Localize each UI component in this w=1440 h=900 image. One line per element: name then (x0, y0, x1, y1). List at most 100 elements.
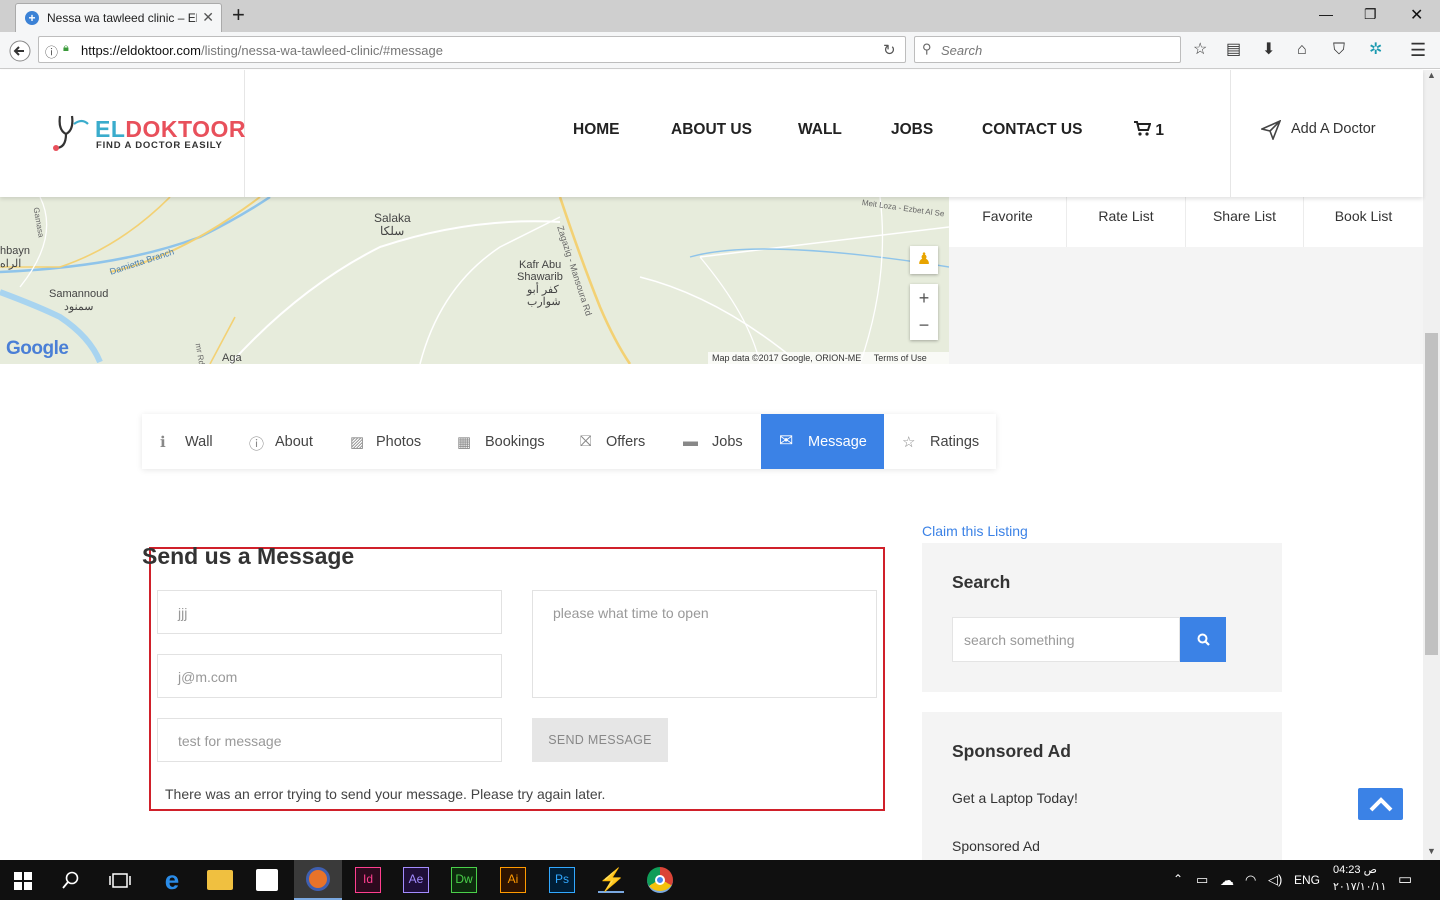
file-explorer-icon[interactable] (207, 870, 233, 890)
chrome-icon[interactable] (647, 867, 673, 893)
illustrator-icon[interactable]: Ai (500, 867, 526, 893)
edge-icon[interactable]: e (159, 867, 185, 893)
photoshop-icon[interactable]: Ps (549, 867, 575, 893)
nav-home[interactable]: HOME (573, 121, 620, 139)
sidebar-search-input[interactable]: search something (952, 617, 1180, 662)
task-view-icon[interactable] (109, 872, 131, 889)
street-view-pegman-icon[interactable]: ♟ (910, 246, 938, 274)
tab-bookings[interactable]: ▦ Bookings (437, 414, 562, 469)
envelope-icon: ✉ (779, 431, 794, 450)
cart-button[interactable]: 1 (1134, 121, 1164, 140)
book-list-button[interactable]: Book List (1304, 197, 1423, 247)
claim-listing-link[interactable]: Claim this Listing (922, 523, 1028, 539)
browser-tab[interactable]: + Nessa wa tawleed clinic – El ✕ (15, 3, 222, 32)
nav-wall[interactable]: WALL (798, 121, 842, 139)
sidebar-search-button[interactable] (1180, 617, 1226, 662)
google-map[interactable]: Salaka سلكا Kafr Abu Shawarib كفر أبو شو… (0, 197, 949, 364)
briefcase-icon: ▬ (683, 433, 698, 450)
bookmark-star-icon[interactable]: ☆ (1193, 41, 1207, 59)
store-icon[interactable] (256, 869, 278, 891)
tab-about[interactable]: ⓘ About (232, 414, 332, 469)
back-icon[interactable] (9, 40, 31, 62)
wifi-icon[interactable]: ◠ (1245, 872, 1256, 888)
zoom-in-button[interactable]: + (910, 284, 938, 312)
sponsored-item[interactable]: Get a Laptop Today! (952, 790, 1078, 806)
pocket-icon[interactable]: ⛉ (1333, 41, 1345, 59)
after-effects-icon[interactable]: Ae (403, 867, 429, 893)
add-doctor-button[interactable]: Add A Doctor (1230, 70, 1423, 197)
close-window-icon[interactable]: ✕ (1410, 5, 1423, 25)
close-tab-icon[interactable]: ✕ (202, 9, 214, 26)
tab-photos[interactable]: ▨ Photos (332, 414, 437, 469)
tab-wall[interactable]: ℹ Wall (142, 414, 232, 469)
tray-expand-icon[interactable]: ⌃ (1173, 872, 1183, 886)
nav-jobs[interactable]: JOBS (891, 121, 933, 139)
restore-icon[interactable]: ❐ (1364, 6, 1377, 23)
rate-list-button[interactable]: Rate List (1067, 197, 1186, 247)
message-section-title: Send us a Message (142, 543, 355, 569)
minimize-icon[interactable]: — (1319, 6, 1333, 22)
home-icon[interactable]: ⌂ (1297, 41, 1307, 59)
share-list-label: Share List (1212, 208, 1277, 224)
favorite-button[interactable]: Favorite (949, 197, 1067, 247)
search-icon[interactable] (62, 871, 80, 889)
clock-date[interactable]: ٢٠١٧/١٠/١١ (1333, 880, 1386, 893)
paper-plane-icon (1261, 120, 1281, 140)
listing-tabs: ℹ Wall ⓘ About ▨ Photos ▦ Bookings ⛝ Off… (142, 414, 996, 469)
battery-icon[interactable]: ▭ (1196, 872, 1208, 888)
stethoscope-icon (53, 115, 89, 151)
message-textarea[interactable]: please what time to open (532, 590, 877, 698)
reading-list-icon[interactable]: ▤ (1226, 41, 1241, 59)
dreamweaver-icon[interactable]: Dw (451, 867, 477, 893)
app-icon[interactable]: ⚡ (598, 867, 625, 893)
volume-icon[interactable]: ◁) (1268, 872, 1282, 888)
notifications-icon[interactable]: ▭ (1398, 870, 1412, 888)
clock-time[interactable]: 04:23 ص (1333, 863, 1377, 876)
site-logo[interactable]: ELDOKTOOR FIND A DOCTOR EASILY (0, 70, 246, 197)
question-icon: ⓘ (249, 436, 265, 453)
zoom-out-button[interactable]: − (910, 312, 938, 340)
add-doctor-label: Add A Doctor (1291, 121, 1376, 137)
sponsored-item[interactable]: Sponsored Ad (952, 838, 1040, 854)
tab-ratings[interactable]: ☆ Ratings (884, 414, 996, 469)
map-label: Samannoud (49, 288, 109, 300)
scroll-up-arrow-icon[interactable]: ▲ (1427, 70, 1436, 80)
cart-count: 1 (1155, 122, 1164, 139)
subject-field[interactable]: test for message (157, 718, 502, 762)
favorite-label: Favorite (982, 208, 1033, 224)
browser-search-field[interactable]: ⚲ Search (914, 36, 1181, 63)
page-scrollbar[interactable]: ▲ ▼ (1423, 70, 1440, 860)
firefox-taskbar-button[interactable] (294, 860, 342, 900)
scroll-to-top-button[interactable] (1358, 788, 1403, 820)
indesign-icon[interactable]: Id (355, 867, 381, 893)
share-list-button[interactable]: Share List (1186, 197, 1304, 247)
windows-start-icon[interactable] (14, 872, 32, 890)
new-tab-icon[interactable]: + (232, 4, 245, 26)
tab-jobs[interactable]: ▬ Jobs (667, 414, 761, 469)
scrollbar-thumb[interactable] (1425, 333, 1438, 655)
menu-icon[interactable]: ☰ (1410, 41, 1426, 59)
tab-offers[interactable]: ⛝ Offers (562, 414, 667, 469)
tab-message[interactable]: ✉ Message (761, 414, 884, 469)
email-field[interactable]: j@m.com (157, 654, 502, 698)
send-message-button[interactable]: SEND MESSAGE (532, 718, 668, 762)
nav-about-us[interactable]: ABOUT US (671, 121, 752, 139)
nav-contact-us[interactable]: CONTACT US (982, 121, 1082, 139)
reload-icon[interactable]: ↻ (883, 41, 896, 59)
download-icon[interactable]: ⬇ (1262, 41, 1275, 59)
language-indicator[interactable]: ENG (1294, 873, 1320, 887)
subject-value: test for message (178, 733, 282, 749)
extension-icon[interactable]: ✲ (1369, 41, 1382, 59)
url-text: https://eldoktoor.com/listing/nessa-wa-t… (81, 43, 444, 58)
map-label: سلكا (380, 224, 405, 238)
photo-icon: ▨ (350, 434, 365, 451)
star-icon: ☆ (902, 434, 916, 451)
name-field[interactable]: jjj (157, 590, 502, 634)
terms-link[interactable]: Terms of Use (864, 353, 927, 363)
error-message: There was an error trying to send your m… (165, 786, 606, 802)
email-value: j@m.com (178, 669, 238, 685)
address-bar[interactable]: ⓘ 🔒︎ https://eldoktoor.com/listing/nessa… (38, 36, 906, 63)
scroll-down-arrow-icon[interactable]: ▼ (1427, 846, 1436, 856)
onedrive-icon[interactable]: ☁ (1220, 872, 1234, 889)
site-info-icon[interactable]: ⓘ (45, 42, 58, 61)
